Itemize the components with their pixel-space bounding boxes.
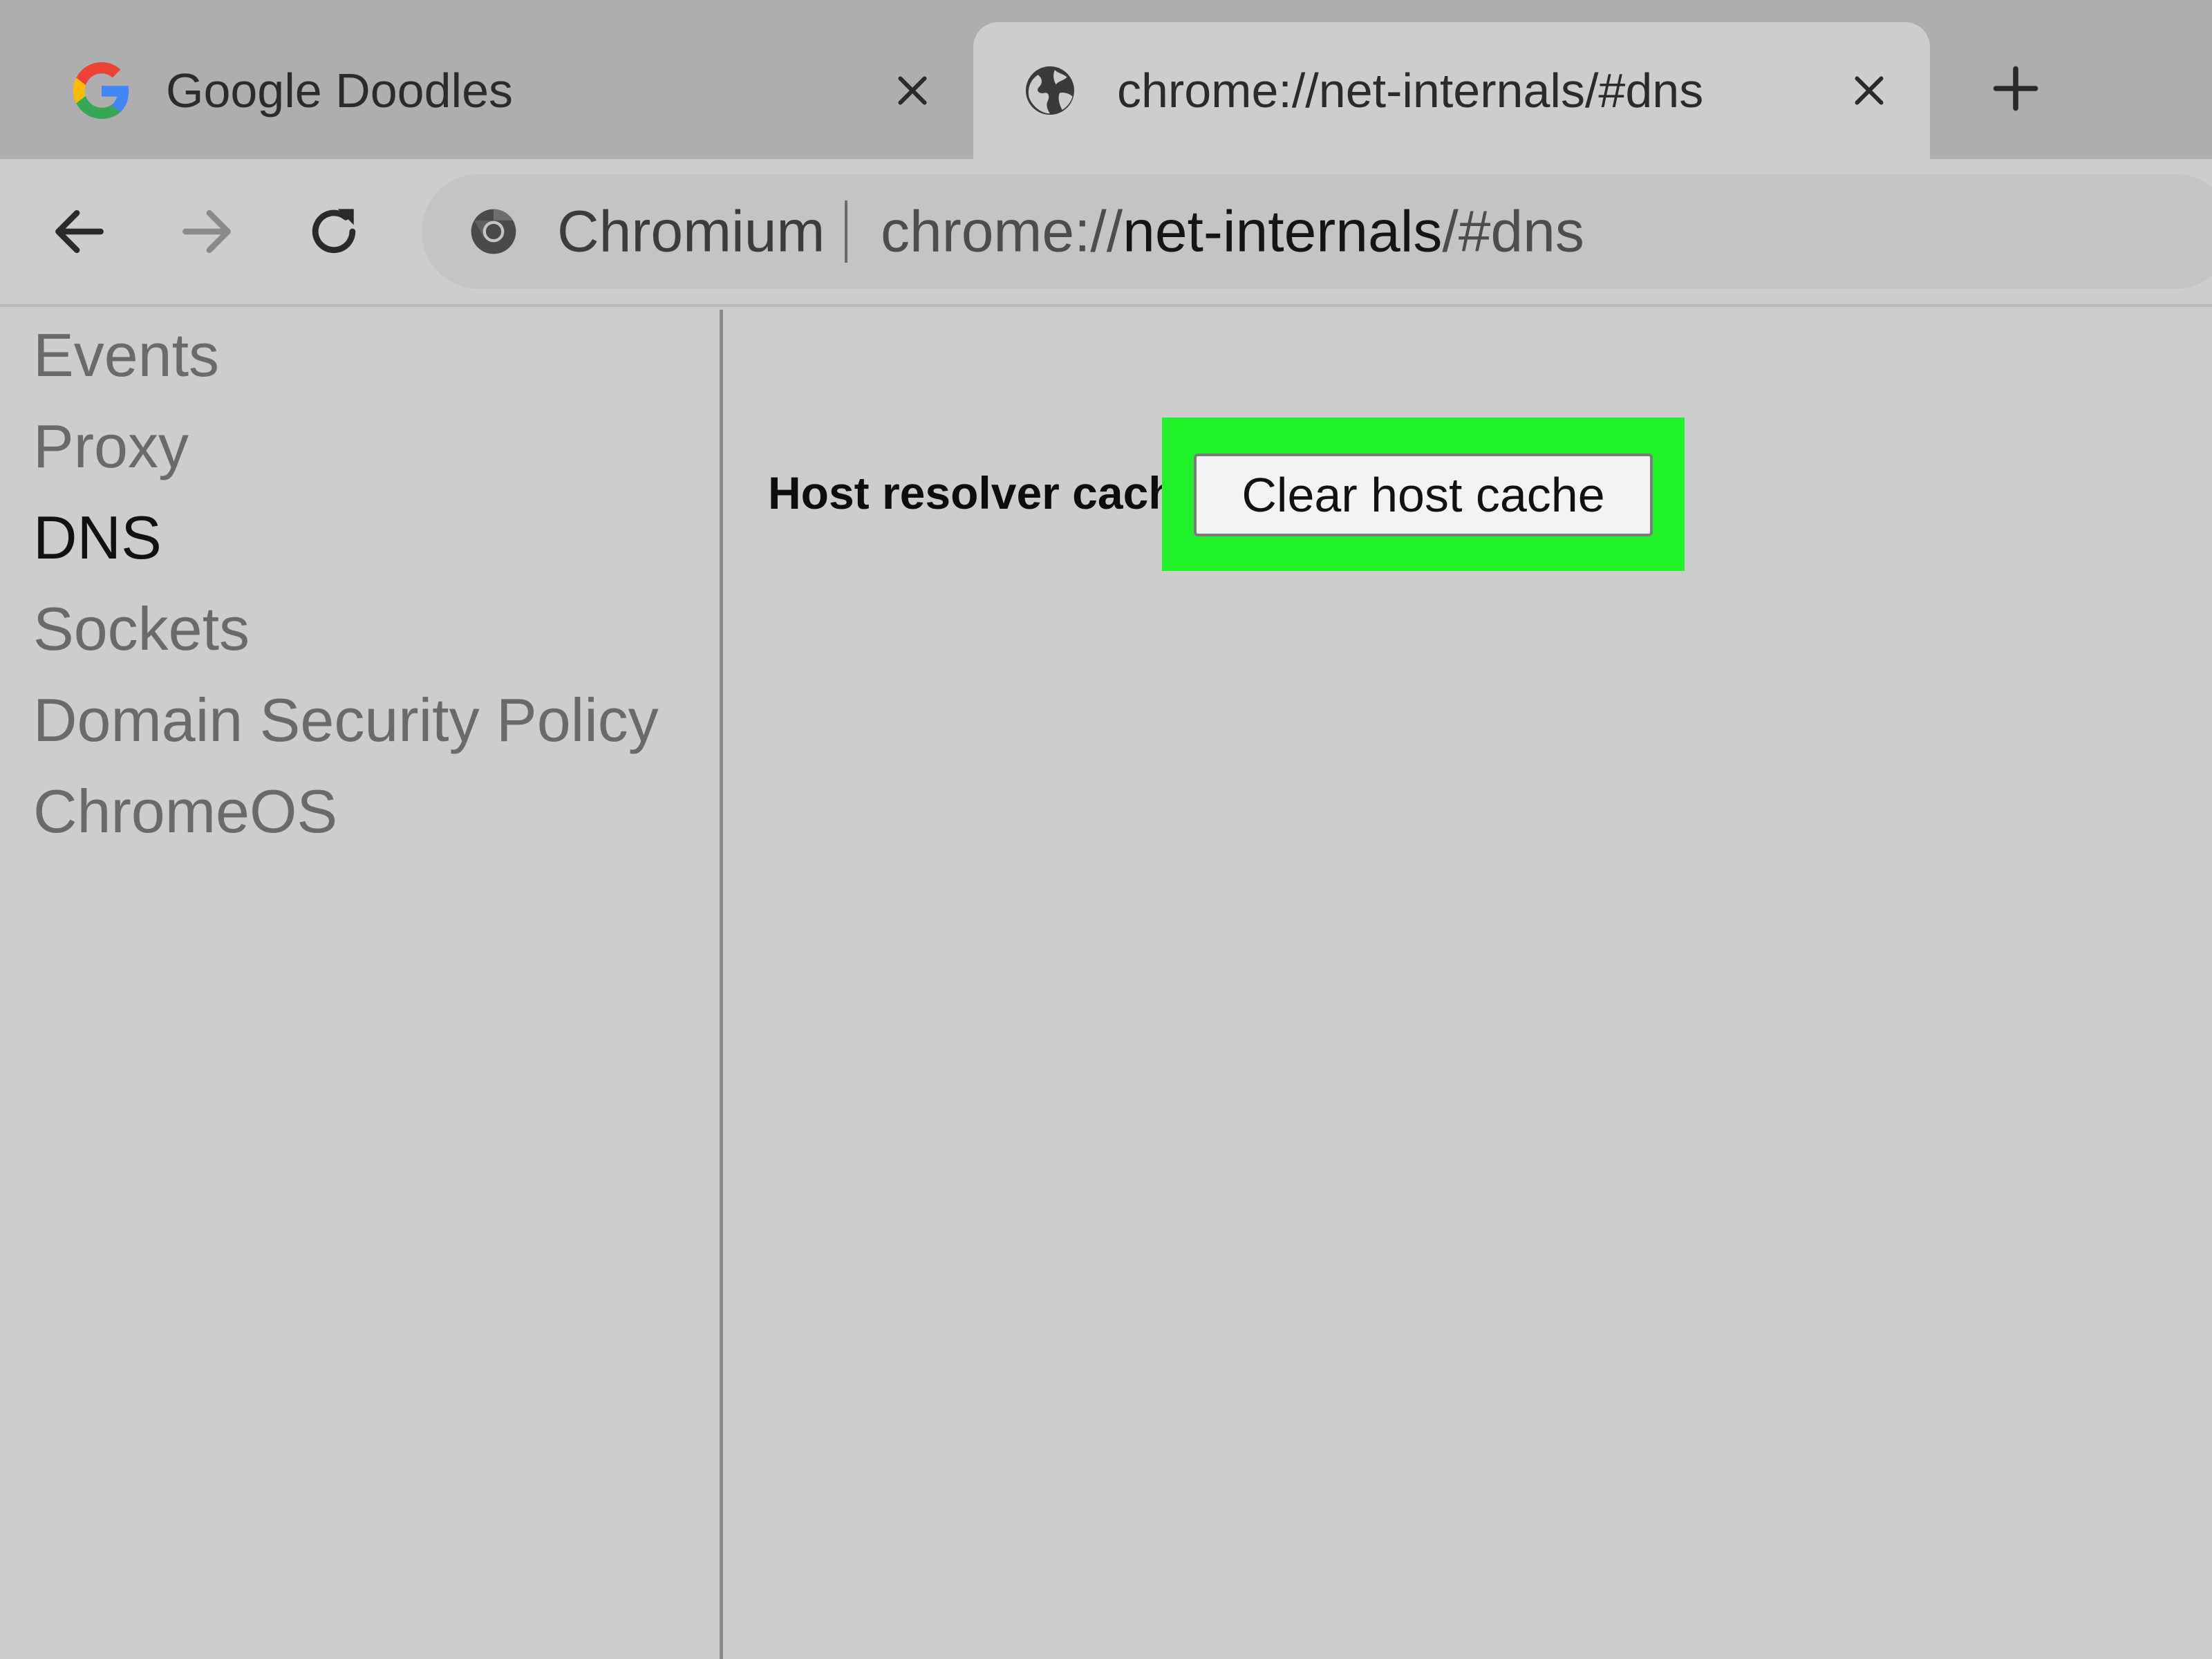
sidebar-item-proxy[interactable]: Proxy bbox=[33, 416, 189, 477]
sidebar: Events Proxy DNS Sockets Domain Security… bbox=[0, 310, 723, 1659]
plus-icon bbox=[1993, 66, 2038, 111]
sidebar-item-dns[interactable]: DNS bbox=[33, 507, 162, 568]
url-host: net-internals bbox=[1123, 198, 1443, 264]
url-path: /#dns bbox=[1442, 198, 1584, 264]
globe-icon bbox=[1020, 61, 1080, 120]
tab-google-doodles[interactable]: Google Doodles bbox=[0, 22, 973, 159]
arrow-left-icon bbox=[55, 209, 104, 254]
tab-title: Google Doodles bbox=[166, 64, 513, 118]
forward-button[interactable] bbox=[169, 194, 245, 270]
reload-button[interactable] bbox=[296, 194, 372, 270]
sidebar-item-chromeos[interactable]: ChromeOS bbox=[33, 781, 337, 842]
google-g-icon bbox=[72, 61, 131, 120]
reload-icon bbox=[312, 209, 356, 254]
back-button[interactable] bbox=[41, 194, 118, 270]
url-text[interactable]: chrome://net-internals/#dns bbox=[881, 198, 1584, 265]
clear-host-cache-button[interactable]: Clear host cache bbox=[1194, 453, 1653, 536]
sidebar-item-sockets[interactable]: Sockets bbox=[33, 599, 250, 659]
tab-net-internals[interactable]: chrome://net-internals/#dns bbox=[973, 22, 1930, 159]
arrow-right-icon bbox=[182, 209, 231, 254]
chromium-logo-icon bbox=[465, 203, 523, 261]
host-resolver-cache-label: Host resolver cache bbox=[768, 470, 1202, 516]
tab-strip: Google Doodles chrome://net-internals/#d… bbox=[0, 0, 2212, 159]
sidebar-item-events[interactable]: Events bbox=[33, 325, 219, 386]
browser-toolbar: Chromium chrome://net-internals/#dns bbox=[0, 159, 2212, 307]
sidebar-item-domain-security-policy[interactable]: Domain Security Policy bbox=[33, 690, 659, 751]
new-tab-button[interactable] bbox=[1987, 59, 2045, 118]
address-bar[interactable]: Chromium chrome://net-internals/#dns bbox=[422, 174, 2212, 289]
close-icon[interactable] bbox=[885, 63, 940, 118]
tab-title: chrome://net-internals/#dns bbox=[1117, 64, 1704, 118]
url-scheme: chrome:// bbox=[881, 198, 1123, 264]
main-content: Host resolver cache Clear host cache bbox=[727, 310, 2212, 1659]
address-divider bbox=[845, 200, 847, 263]
close-icon[interactable] bbox=[1841, 63, 1897, 118]
site-name: Chromium bbox=[557, 198, 825, 264]
